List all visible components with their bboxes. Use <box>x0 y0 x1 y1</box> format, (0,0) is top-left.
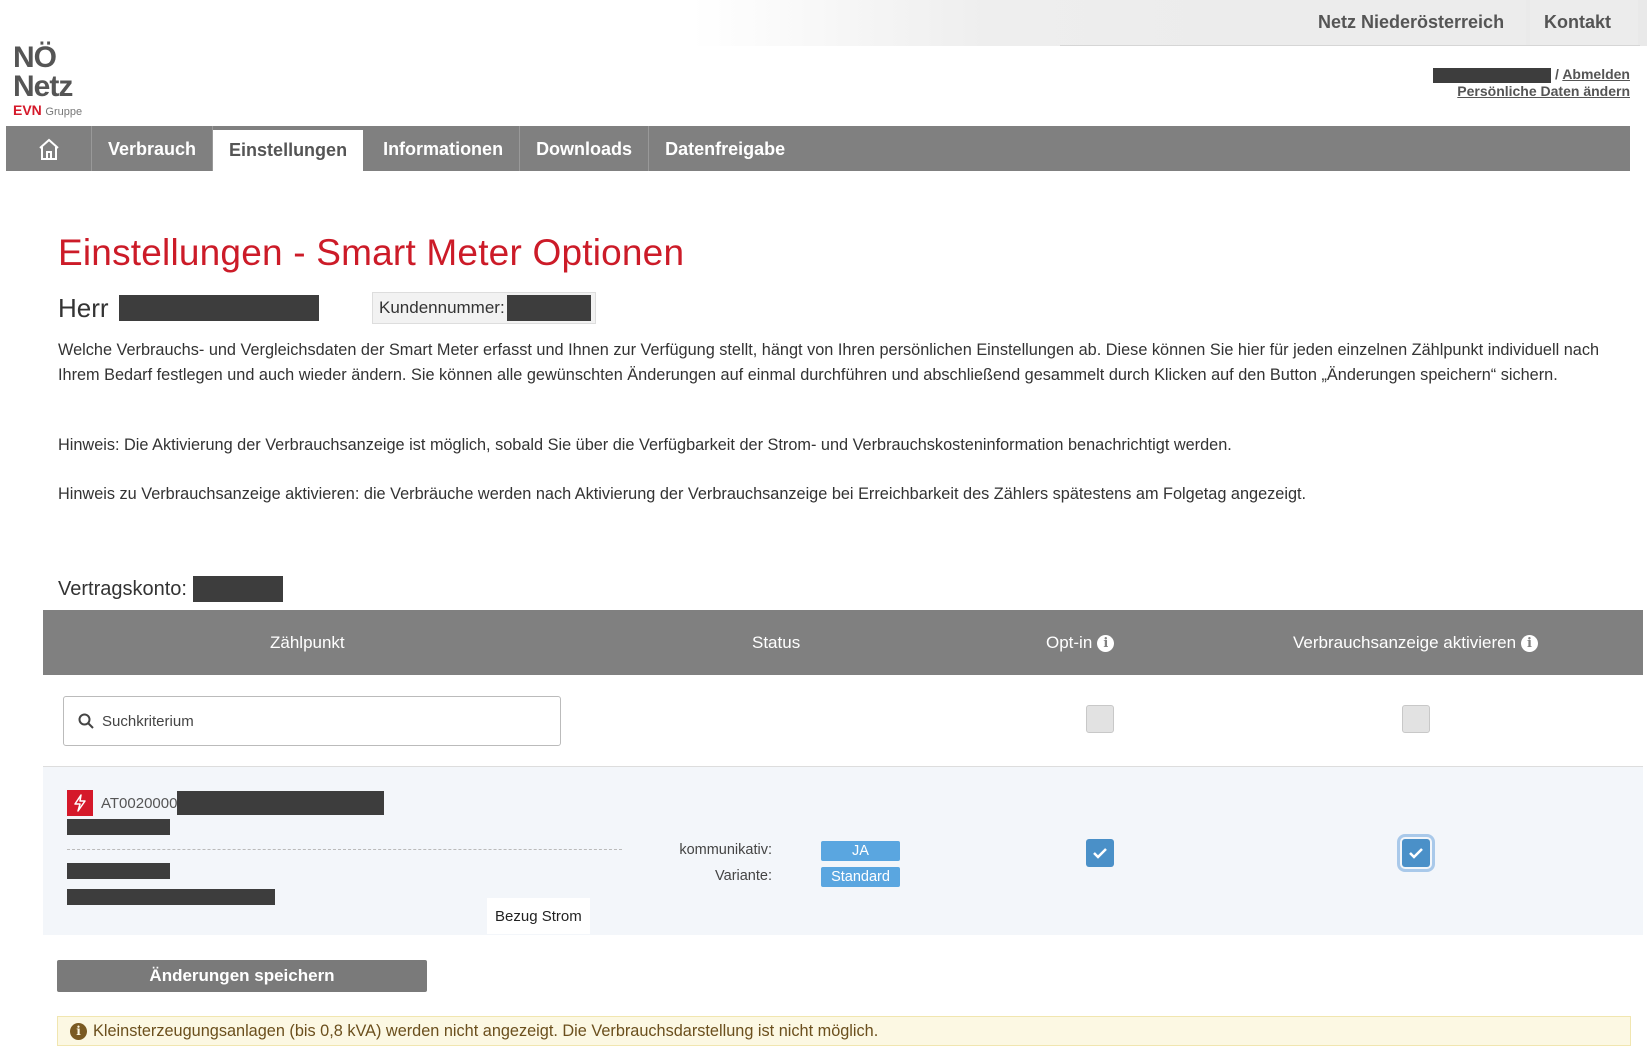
logo-gruppe: Gruppe <box>45 106 83 118</box>
intro-text: Welche Verbrauchs- und Vergleichsdaten d… <box>58 341 1600 384</box>
nav-downloads[interactable]: Downloads <box>520 126 650 171</box>
hint-verbrauchsanzeige: Hinweis zu Verbrauchsanzeige aktivieren:… <box>58 485 1307 503</box>
status-kommunikativ-badge: JA <box>821 841 900 861</box>
zaehlpunkt-id-prefix: AT0020000 <box>101 794 178 812</box>
optin-select-all-checkbox[interactable] <box>1086 705 1114 733</box>
top-utility-bar: Netz Niederösterreich Kontakt <box>0 0 1647 46</box>
electricity-icon <box>67 790 93 816</box>
header-optin: Opt-in i <box>1046 610 1115 675</box>
redacted-zaehlpunkt-id <box>177 791 385 815</box>
status-kommunikativ-label: kommunikativ: <box>679 842 772 858</box>
nav-einstellungen[interactable]: Einstellungen <box>213 130 364 171</box>
logo-line-1: NÖ <box>13 41 57 74</box>
redacted-address-line-1 <box>67 863 170 879</box>
save-changes-button[interactable]: Änderungen speichern <box>57 960 427 992</box>
contract-account-label: Vertragskonto: <box>58 577 187 600</box>
netz-niederoesterreich-link[interactable]: Netz Niederösterreich <box>1304 0 1526 45</box>
info-notice: i Kleinsterzeugungsanlagen (bis 0,8 kVA)… <box>57 1016 1631 1046</box>
redacted-customer-name <box>118 295 319 321</box>
hint-activation: Hinweis: Die Aktivierung der Verbrauchsa… <box>58 436 1232 454</box>
meter-type-label: Bezug Strom <box>487 898 590 934</box>
kontakt-link[interactable]: Kontakt <box>1530 0 1638 45</box>
home-icon <box>38 138 59 160</box>
header-zaehlpunkt: Zählpunkt <box>270 633 345 652</box>
main-nav: Verbrauch Einstellungen Informationen Do… <box>6 126 1630 171</box>
redacted-contract-number <box>192 576 283 602</box>
table-header: Zählpunkt Status Opt-in i Verbrauchsanzei… <box>43 610 1643 675</box>
table-filter-row: Suchkriterium <box>43 675 1643 767</box>
noe-netz-logo[interactable]: NÖ Netz EVN Gruppe <box>13 41 123 120</box>
status-variante-label: Variante: <box>715 868 772 884</box>
row-divider <box>67 849 622 850</box>
info-icon[interactable]: i <box>1097 635 1115 653</box>
customer-name-line: Herr <box>58 292 319 324</box>
edit-personal-data-link[interactable]: Persönliche Daten ändern <box>1457 83 1630 99</box>
user-area: / Abmelden Persönliche Daten ändern <box>1433 66 1630 99</box>
nav-informationen[interactable]: Informationen <box>367 126 521 171</box>
nav-verbrauch[interactable]: Verbrauch <box>92 126 214 171</box>
search-input[interactable]: Suchkriterium <box>63 696 561 746</box>
header-status: Status <box>752 633 801 652</box>
status-variante-badge: Standard <box>821 867 900 887</box>
notice-text: Kleinsterzeugungsanlagen (bis 0,8 kVA) w… <box>93 1021 879 1040</box>
search-placeholder: Suchkriterium <box>102 712 194 730</box>
contract-account: Vertragskonto: <box>58 575 283 603</box>
redacted-customer-number <box>506 295 591 321</box>
customer-number-box: Kundennummer: <box>372 292 596 324</box>
nav-home[interactable] <box>6 126 92 171</box>
customer-number-label: Kundennummer: <box>379 298 505 317</box>
search-icon <box>78 713 94 729</box>
header-verbrauchsanzeige: Verbrauchsanzeige aktivieren i <box>1293 610 1539 675</box>
anzeige-select-all-checkbox[interactable] <box>1402 705 1430 733</box>
redacted-address-line-2 <box>67 889 275 905</box>
zaehlpunkt-id: AT0020000 <box>101 791 385 815</box>
nav-datenfreigabe[interactable]: Datenfreigabe <box>649 126 801 171</box>
page-title: Einstellungen - Smart Meter Optionen <box>58 232 685 273</box>
topbar-divider <box>1060 45 1640 46</box>
info-icon[interactable]: i <box>1521 635 1539 653</box>
optin-checkbox[interactable] <box>1086 839 1114 867</box>
verbrauchsanzeige-checkbox[interactable] <box>1397 834 1435 872</box>
redacted-username <box>1433 67 1552 83</box>
logo-line-2: Netz <box>13 70 73 103</box>
check-icon <box>1409 848 1423 859</box>
salutation: Herr <box>58 292 109 323</box>
header-optin-label: Opt-in <box>1046 633 1093 652</box>
logout-link[interactable]: Abmelden <box>1562 66 1630 82</box>
table-row: AT0020000 Bezug Strom kommunikativ: JA V… <box>43 767 1643 935</box>
info-icon: i <box>70 1022 87 1040</box>
check-icon <box>1093 848 1107 859</box>
logo-evn: EVN <box>13 102 42 118</box>
user-separator: / <box>1551 66 1563 82</box>
redacted-meter-info <box>67 819 170 835</box>
header-verbrauchsanzeige-label: Verbrauchsanzeige aktivieren <box>1293 633 1517 652</box>
